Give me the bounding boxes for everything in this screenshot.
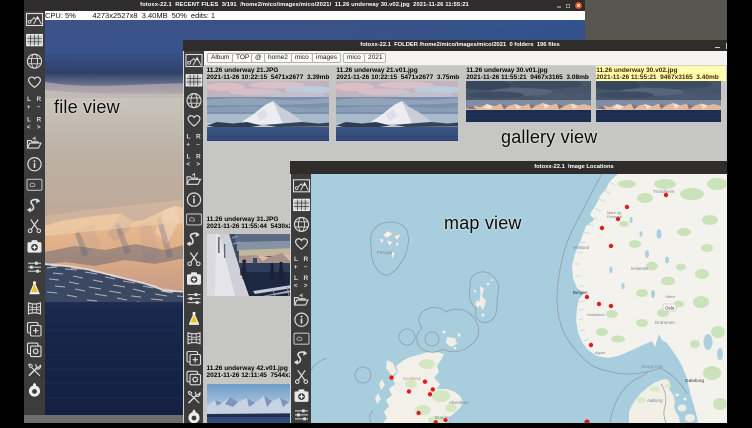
svg-text:Scotland: Scotland xyxy=(403,376,421,381)
svg-text:Gøteborg: Gøteborg xyxy=(685,378,705,383)
svg-text:Vestland: Vestland xyxy=(573,245,590,250)
svg-text:Oslo: Oslo xyxy=(665,306,675,311)
svg-text:Agder: Agder xyxy=(595,351,606,355)
svg-text:Hordaland: Hordaland xyxy=(587,313,605,317)
svg-text:Viken: Viken xyxy=(665,294,675,299)
svg-text:Drammen: Drammen xyxy=(655,320,675,325)
svg-text:Føroyar: Føroyar xyxy=(377,250,393,255)
svg-text:Romsdal: Romsdal xyxy=(607,215,622,219)
svg-text:Bergen: Bergen xyxy=(573,290,588,295)
svg-text:Dundee: Dundee xyxy=(435,415,451,420)
svg-text:Skagerrak: Skagerrak xyxy=(641,364,663,370)
svg-text:Aberdeen: Aberdeen xyxy=(449,400,469,405)
svg-text:Aalborg: Aalborg xyxy=(647,398,663,403)
svg-text:Trondheim: Trondheim xyxy=(653,189,675,194)
svg-text:Innlandet: Innlandet xyxy=(631,266,649,271)
